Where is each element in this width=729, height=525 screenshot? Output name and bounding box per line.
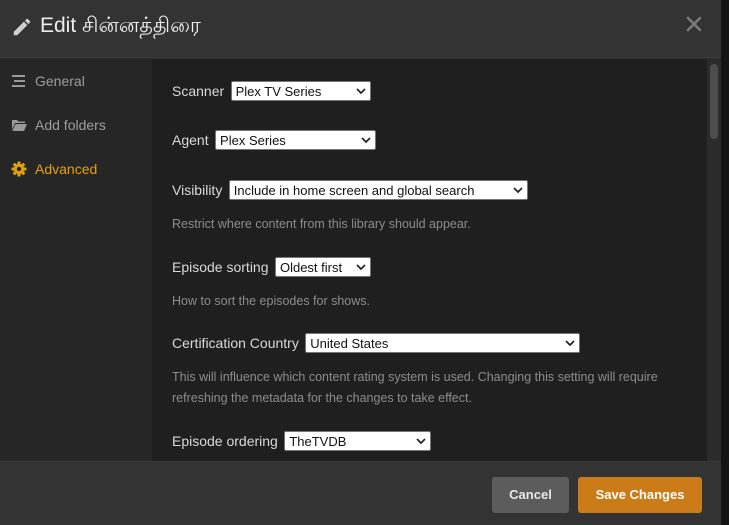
visibility-select[interactable]: Include in home screen and global search <box>228 180 528 200</box>
visibility-field: Visibility Include in home screen and gl… <box>172 180 528 200</box>
advanced-settings-panel: Scanner Plex TV Series Agent Plex Series… <box>152 59 707 461</box>
sidebar: General Add folders Advanced <box>0 59 152 461</box>
chevron-down-icon <box>356 88 366 95</box>
episode-ordering-select[interactable]: TheTVDB <box>284 431 432 451</box>
visibility-help-text: Restrict where content from this library… <box>172 217 471 231</box>
sidebar-item-label: Advanced <box>35 161 98 177</box>
scrollbar-thumb[interactable] <box>710 64 718 139</box>
sidebar-item-add-folders[interactable]: Add folders <box>0 103 152 147</box>
visibility-label: Visibility <box>172 182 223 198</box>
chevron-down-icon <box>513 187 523 194</box>
chevron-down-icon <box>416 438 426 445</box>
edit-library-dialog: Edit சின்னத்திரை General Add folders Adv… <box>0 0 721 525</box>
cancel-button[interactable]: Cancel <box>492 477 569 513</box>
certification-country-label: Certification Country <box>172 335 299 351</box>
certification-country-field: Certification Country United States <box>172 333 581 353</box>
dialog-footer: Cancel Save Changes <box>0 461 721 525</box>
folder-icon <box>12 120 27 131</box>
scanner-select[interactable]: Plex TV Series <box>230 81 371 101</box>
save-changes-button[interactable]: Save Changes <box>578 477 702 513</box>
episode-sorting-help-text: How to sort the episodes for shows. <box>172 294 371 308</box>
list-icon <box>12 75 25 87</box>
sidebar-item-label: General <box>35 73 85 89</box>
dialog-header: Edit சின்னத்திரை <box>0 0 721 58</box>
agent-field: Agent Plex Series <box>172 130 377 150</box>
certification-country-help-text: This will influence which content rating… <box>172 370 658 405</box>
scrollbar[interactable] <box>707 59 721 461</box>
pencil-icon <box>13 18 31 36</box>
chevron-down-icon <box>565 340 575 347</box>
episode-sorting-select[interactable]: Oldest first <box>274 257 371 277</box>
scanner-label: Scanner <box>172 83 225 99</box>
episode-ordering-field: Episode ordering TheTVDB <box>172 431 432 451</box>
sidebar-item-general[interactable]: General <box>0 59 152 103</box>
chevron-down-icon <box>361 137 371 144</box>
sidebar-item-advanced[interactable]: Advanced <box>0 147 152 191</box>
agent-select[interactable]: Plex Series <box>215 130 377 150</box>
sidebar-item-label: Add folders <box>35 117 106 133</box>
episode-sorting-field: Episode sorting Oldest first <box>172 257 371 277</box>
close-icon[interactable] <box>684 14 704 34</box>
certification-country-select[interactable]: United States <box>305 333 581 353</box>
episode-sorting-label: Episode sorting <box>172 259 269 275</box>
dialog-title: Edit சின்னத்திரை <box>40 14 201 37</box>
agent-label: Agent <box>172 132 209 148</box>
episode-ordering-label: Episode ordering <box>172 433 278 449</box>
window-edge <box>721 0 729 525</box>
gear-icon <box>11 161 27 177</box>
scanner-field: Scanner Plex TV Series <box>172 81 371 101</box>
chevron-down-icon <box>356 264 366 271</box>
